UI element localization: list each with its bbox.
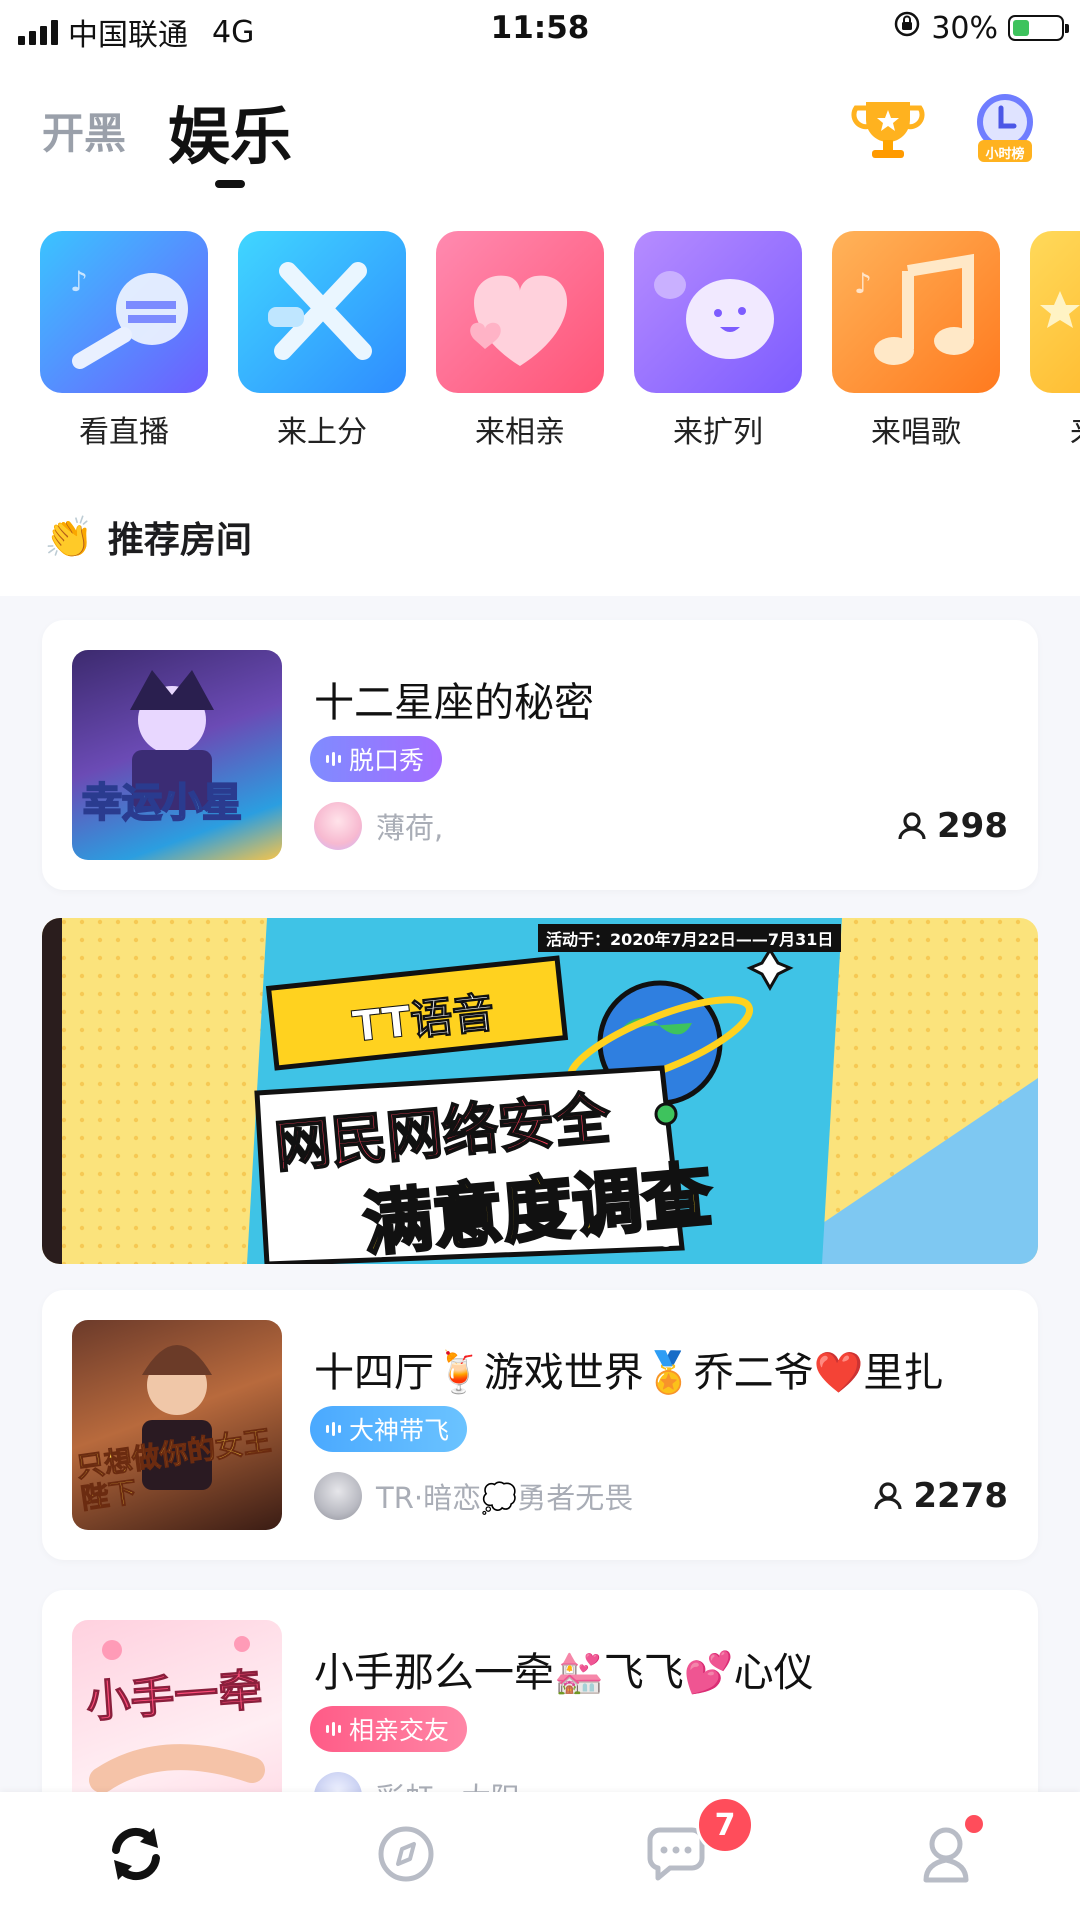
message-badge: 7 — [696, 1796, 754, 1854]
room-title: 十四厅🍹游戏世界🏅乔二爷❤️里扎 — [314, 1350, 944, 1396]
room-cover: 幸运小星 — [72, 650, 282, 860]
category-make-friends[interactable]: 来扩列 — [634, 231, 802, 451]
header: 开黑 娱乐 小时榜 ♪ 看直播 来上分 来相亲 来扩列 ♪ 来唱歌 👏 推荐房间 — [0, 56, 1080, 596]
status-bar: 中国联通 4G 11:58 30% — [0, 0, 1080, 56]
bottom-tab-bar — [0, 1792, 1080, 1920]
refresh-icon[interactable] — [96, 1814, 176, 1894]
music-note-icon: ♪ — [832, 231, 1000, 393]
microphone-icon: ♪ — [40, 231, 208, 393]
banner-date: 活动于：2020年7月22日——7月31日 — [538, 924, 842, 952]
category-watch-live[interactable]: ♪ 看直播 — [40, 231, 208, 451]
category-dating[interactable]: 来相亲 — [436, 231, 604, 451]
room-host: 薄荷, — [314, 802, 443, 850]
audio-bars-icon — [326, 1722, 341, 1736]
star-icon — [1030, 231, 1080, 393]
room-cover: 只想做你的女王陛下 — [72, 1320, 282, 1530]
category-rank-up[interactable]: 来上分 — [238, 231, 406, 451]
room-title: 十二星座的秘密 — [314, 680, 594, 726]
battery-percent: 30% — [931, 10, 998, 46]
svg-text:♪: ♪ — [854, 267, 872, 300]
room-title: 小手那么一牵💒飞飞💕心仪 — [314, 1650, 814, 1696]
listener-count: 298 — [897, 806, 1008, 846]
category-sing[interactable]: ♪ 来唱歌 — [832, 231, 1000, 451]
hourly-rank-button[interactable]: 小时榜 — [970, 90, 1040, 170]
orientation-lock-icon — [893, 10, 921, 46]
profile-notification-dot — [965, 1815, 983, 1833]
category-row: ♪ 看直播 来上分 来相亲 来扩列 ♪ 来唱歌 — [40, 231, 1080, 471]
room-tag: 相亲交友 — [310, 1706, 468, 1752]
compass-icon[interactable] — [366, 1814, 446, 1894]
room-tag: 脱口秀 — [310, 736, 443, 782]
promo-banner[interactable]: 活动于：2020年7月22日——7月31日 TT语音 网民网络安全 满意度调查 — [42, 918, 1038, 1264]
battery-icon — [1008, 15, 1069, 41]
person-icon — [898, 812, 926, 840]
person-icon — [874, 1482, 902, 1510]
room-card[interactable]: 幸运小星 十二星座的秘密 脱口秀 薄荷, 298 — [42, 620, 1038, 890]
section-title: 👏 推荐房间 — [44, 514, 252, 562]
svg-text:♪: ♪ — [70, 265, 88, 298]
trophy-icon[interactable] — [850, 90, 926, 166]
room-tag: 大神带飞 — [310, 1406, 468, 1452]
crossed-swords-icon — [238, 231, 406, 393]
active-tab-indicator — [215, 180, 245, 188]
heart-icon — [436, 231, 604, 393]
hourly-rank-label: 小时榜 — [985, 147, 1025, 162]
room-host: TR·暗恋💭勇者无畏 — [314, 1472, 633, 1520]
chat-bubble-icon — [634, 231, 802, 393]
audio-bars-icon — [326, 752, 341, 766]
tab-kaihei[interactable]: 开黑 — [42, 100, 126, 161]
listener-count: 2278 — [873, 1476, 1008, 1516]
avatar — [314, 802, 362, 850]
tab-entertainment[interactable]: 娱乐 — [168, 86, 292, 176]
room-card[interactable]: 只想做你的女王陛下 十四厅🍹游戏世界🏅乔二爷❤️里扎 大神带飞 TR·暗恋💭勇者… — [42, 1290, 1038, 1560]
clapping-hands-icon: 👏 — [44, 514, 94, 561]
category-more[interactable]: 来 — [1030, 231, 1080, 451]
avatar — [314, 1472, 362, 1520]
audio-bars-icon — [326, 1422, 341, 1436]
